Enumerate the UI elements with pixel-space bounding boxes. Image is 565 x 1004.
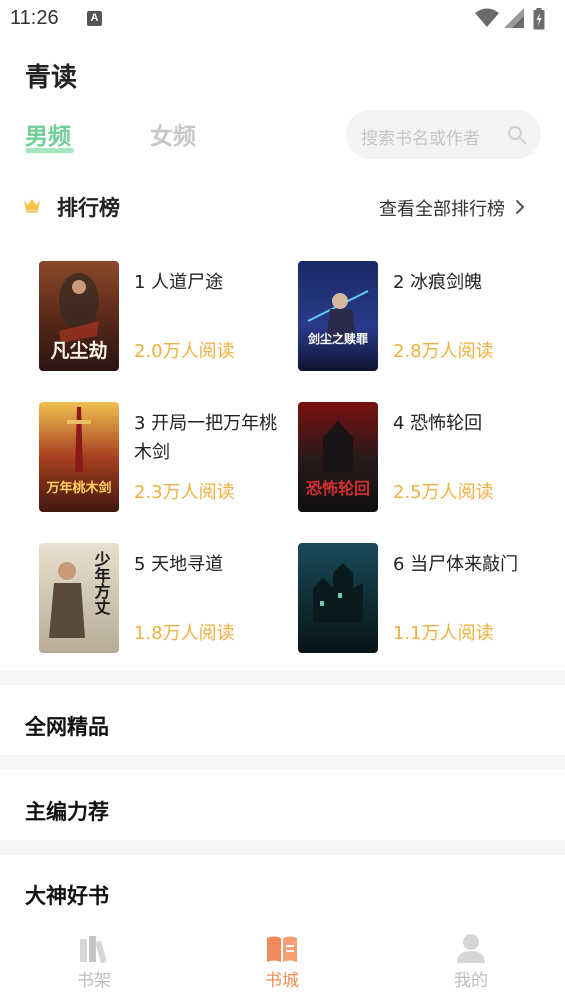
status-time: 11:26 [10, 7, 59, 29]
nav-bookshelf[interactable]: 书架 [34, 924, 154, 994]
book-item-4[interactable]: 恐怖轮回 4 恐怖轮回 2.5万人阅读 [298, 402, 548, 514]
book-title: 1 人道尸途 [134, 272, 224, 293]
section-divider [0, 670, 565, 685]
view-all-rankings-link[interactable]: 查看全部排行榜 [379, 195, 505, 221]
wifi-icon [475, 8, 499, 27]
battery-icon [533, 8, 545, 30]
search-icon[interactable] [507, 125, 527, 145]
profile-icon [457, 934, 485, 963]
book-title: 6 当尸体来敲门 [393, 554, 519, 575]
book-cover-title: 凡尘劫 [50, 339, 107, 362]
book-item-5[interactable]: 少年方丈 5 天地寻道 1.8万人阅读 [39, 543, 289, 655]
section-divider [0, 755, 565, 770]
channel-tabs: 男频 女频 搜索书名或作者 [0, 110, 565, 170]
book-read-count: 2.0万人阅读 [134, 341, 235, 362]
book-cover-title: 恐怖轮回 [306, 479, 370, 498]
book-cover[interactable]: 万年桃木剑 [39, 402, 119, 512]
bottom-nav: 书架 书城 我的 [0, 924, 565, 1004]
book-cover[interactable]: 少年方丈 [39, 543, 119, 653]
search-input[interactable]: 搜索书名或作者 [346, 110, 541, 159]
nav-profile[interactable]: 我的 [411, 924, 531, 994]
book-read-count: 1.1万人阅读 [393, 623, 494, 644]
status-bar: 11:26 A [0, 0, 565, 40]
book-cover[interactable]: 剑尘之赎罪 [298, 261, 378, 371]
book-item-6[interactable]: 6 当尸体来敲门 1.1万人阅读 [298, 543, 548, 655]
status-icons [475, 8, 555, 32]
book-title: 3 开局一把万年桃木剑 [134, 413, 278, 463]
book-read-count: 2.8万人阅读 [393, 341, 494, 362]
book-cover[interactable] [298, 543, 378, 653]
ranking-title: 排行榜 [57, 196, 120, 220]
bookshelf-icon [80, 936, 107, 964]
nav-label: 书城 [265, 971, 299, 991]
book-store-icon [267, 936, 297, 962]
nav-label: 我的 [454, 971, 488, 991]
section-master-books[interactable]: 大神好书 [25, 880, 109, 910]
ranking-header: 排行榜 查看全部排行榜 [0, 186, 565, 228]
book-item-1[interactable]: 凡尘劫 1 人道尸途 2.0万人阅读 [39, 261, 289, 373]
book-cover-title: 剑尘之赎罪 [307, 331, 368, 346]
nav-label: 书架 [77, 971, 111, 991]
book-item-3[interactable]: 万年桃木剑 3 开局一把万年桃木剑 2.3万人阅读 [39, 402, 289, 514]
book-title: 5 天地寻道 [134, 554, 224, 575]
search-placeholder: 搜索书名或作者 [361, 129, 480, 149]
book-cover-title: 少年方丈 [92, 550, 112, 616]
book-read-count: 2.3万人阅读 [134, 482, 235, 503]
book-cover[interactable]: 凡尘劫 [39, 261, 119, 371]
section-network-premium[interactable]: 全网精品 [25, 711, 109, 741]
book-cover-title: 万年桃木剑 [45, 480, 111, 496]
crown-icon [24, 199, 40, 213]
chevron-right-icon[interactable] [514, 199, 526, 215]
cell-signal-icon [504, 8, 524, 28]
book-cover[interactable]: 恐怖轮回 [298, 402, 378, 512]
section-divider [0, 840, 565, 855]
notification-icon: A [87, 11, 102, 26]
app-title: 青读 [25, 63, 78, 93]
book-title: 2 冰痕剑魄 [393, 272, 483, 293]
book-item-2[interactable]: 剑尘之赎罪 2 冰痕剑魄 2.8万人阅读 [298, 261, 548, 373]
tab-active-indicator [25, 148, 74, 153]
book-title: 4 恐怖轮回 [393, 413, 483, 434]
section-editor-picks[interactable]: 主编力荐 [25, 796, 109, 826]
book-read-count: 1.8万人阅读 [134, 623, 235, 644]
book-read-count: 2.5万人阅读 [393, 482, 494, 503]
tab-male[interactable]: 男频 [25, 117, 71, 151]
tab-female[interactable]: 女频 [150, 117, 196, 151]
nav-book-store[interactable]: 书城 [222, 924, 342, 994]
